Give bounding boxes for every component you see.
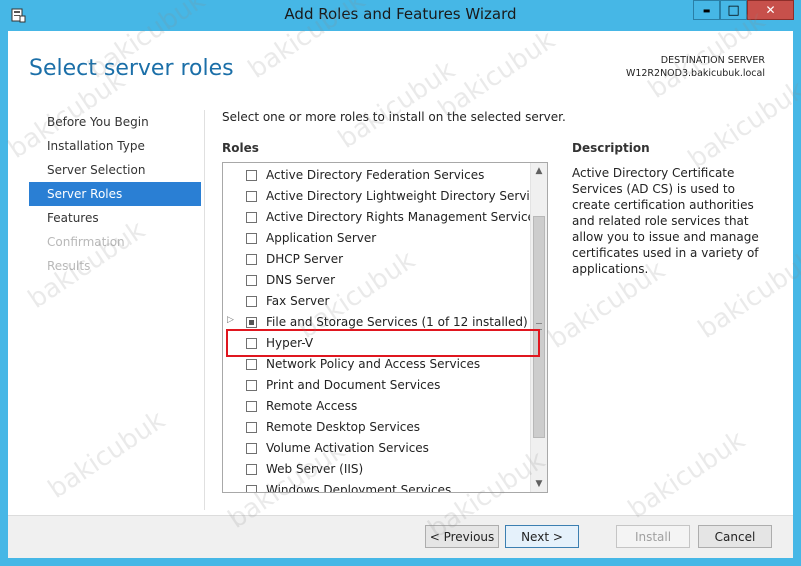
page-title: Select server roles (29, 56, 234, 81)
role-label: Remote Access (266, 399, 358, 413)
nav-item-confirmation: Confirmation (47, 235, 125, 249)
role-label: DNS Server (266, 273, 335, 287)
role-checkbox[interactable] (246, 254, 257, 265)
role-checkbox[interactable] (246, 380, 257, 391)
role-label: DHCP Server (266, 252, 344, 266)
role-item[interactable]: Application Server (223, 229, 529, 250)
role-checkbox[interactable] (246, 464, 257, 475)
role-item[interactable]: Windows Deployment Services (223, 481, 529, 493)
nav-item-installation-type[interactable]: Installation Type (29, 134, 201, 158)
role-label: Web Server (IIS) (266, 462, 364, 476)
role-item[interactable]: Volume Activation Services (223, 439, 529, 460)
scroll-up-icon[interactable]: ▲ (531, 163, 547, 179)
close-icon: ✕ (765, 3, 776, 17)
role-checkbox[interactable] (246, 443, 257, 454)
role-label: Windows Deployment Services (266, 483, 452, 493)
role-checkbox[interactable] (246, 275, 257, 286)
role-label: Active Directory Lightweight Directory S… (266, 189, 548, 203)
role-item[interactable]: Network Policy and Access Services (223, 355, 529, 376)
wizard-window: Add Roles and Features Wizard ▬ □ ✕ Sele… (0, 0, 801, 566)
cancel-button[interactable]: Cancel (698, 525, 772, 548)
role-checkbox[interactable] (246, 191, 257, 202)
role-item[interactable]: Active Directory Rights Management Servi… (223, 208, 541, 229)
role-checkbox[interactable] (246, 317, 257, 328)
role-checkbox[interactable] (246, 359, 257, 370)
role-label: Application Server (266, 231, 377, 245)
role-label: Active Directory Federation Services (266, 168, 485, 182)
nav-item-server-roles[interactable]: Server Roles (29, 182, 201, 206)
next-button[interactable]: Next > (505, 525, 579, 548)
install-button: Install (616, 525, 690, 548)
role-checkbox[interactable] (246, 401, 257, 412)
role-label: Remote Desktop Services (266, 420, 421, 434)
scroll-down-icon[interactable]: ▼ (531, 476, 547, 492)
roles-list[interactable]: Active Directory Federation Services Act… (222, 162, 548, 493)
description-heading: Description (572, 141, 650, 155)
role-checkbox[interactable] (246, 422, 257, 433)
role-item[interactable]: Remote Access (223, 397, 529, 418)
role-item[interactable]: Active Directory Federation Services (223, 166, 529, 187)
role-item[interactable]: DNS Server (223, 271, 529, 292)
role-label: Active Directory Rights Management Servi… (266, 210, 542, 224)
nav-item-before-you-begin[interactable]: Before You Begin (29, 110, 201, 134)
role-checkbox[interactable] (246, 485, 257, 492)
role-item[interactable]: Print and Document Services (223, 376, 529, 397)
description-text: Active Directory Certificate Services (A… (572, 166, 759, 276)
roles-scrollbar[interactable]: ▲ ▼ (530, 163, 547, 492)
title-bar[interactable]: Add Roles and Features Wizard ▬ □ ✕ (0, 0, 801, 31)
role-checkbox[interactable] (246, 233, 257, 244)
role-item[interactable]: Fax Server (223, 292, 529, 313)
nav-divider (204, 110, 205, 510)
role-label: Print and Document Services (266, 378, 441, 392)
role-item[interactable]: Web Server (IIS) (223, 460, 529, 481)
roles-heading: Roles (222, 141, 259, 155)
role-checkbox[interactable] (246, 296, 257, 307)
role-label: Volume Activation Services (266, 441, 429, 455)
role-checkbox[interactable] (246, 212, 257, 223)
wizard-nav: Before You Begin Installation Type Serve… (29, 110, 201, 278)
minimize-button[interactable]: ▬ (693, 0, 720, 20)
role-label: Network Policy and Access Services (266, 357, 481, 371)
expand-arrow-icon[interactable]: ▷ (227, 315, 234, 325)
close-button[interactable]: ✕ (747, 0, 794, 20)
maximize-button[interactable]: □ (720, 0, 747, 20)
window-title: Add Roles and Features Wizard (284, 5, 517, 23)
nav-item-results: Results (47, 259, 91, 273)
role-checkbox[interactable] (246, 170, 257, 181)
wizard-content: Select server roles DESTINATION SERVER W… (8, 31, 793, 558)
role-item[interactable]: DHCP Server (223, 250, 529, 271)
maximize-icon: □ (727, 2, 740, 18)
nav-item-server-selection[interactable]: Server Selection (29, 158, 201, 182)
minimize-icon: ▬ (702, 5, 711, 15)
nav-item-features[interactable]: Features (29, 206, 201, 230)
wizard-footer: < Previous Next > Install Cancel (8, 516, 793, 558)
instruction-text: Select one or more roles to install on t… (222, 110, 566, 124)
scroll-thumb[interactable] (533, 216, 545, 438)
destination-label: DESTINATION SERVER (660, 55, 765, 66)
hyper-v-highlight-box (226, 329, 540, 357)
destination-server-name: W12R2NOD3.bakicubuk.local (625, 68, 765, 79)
role-item[interactable]: Active Directory Lightweight Directory S… (223, 187, 547, 208)
destination-server-info: DESTINATION SERVER W12R2NOD3.bakicubuk.l… (626, 54, 765, 80)
role-label: File and Storage Services (1 of 12 insta… (266, 315, 528, 329)
previous-button[interactable]: < Previous (425, 525, 499, 548)
role-item[interactable]: Remote Desktop Services (223, 418, 529, 439)
role-label: Fax Server (266, 294, 330, 308)
